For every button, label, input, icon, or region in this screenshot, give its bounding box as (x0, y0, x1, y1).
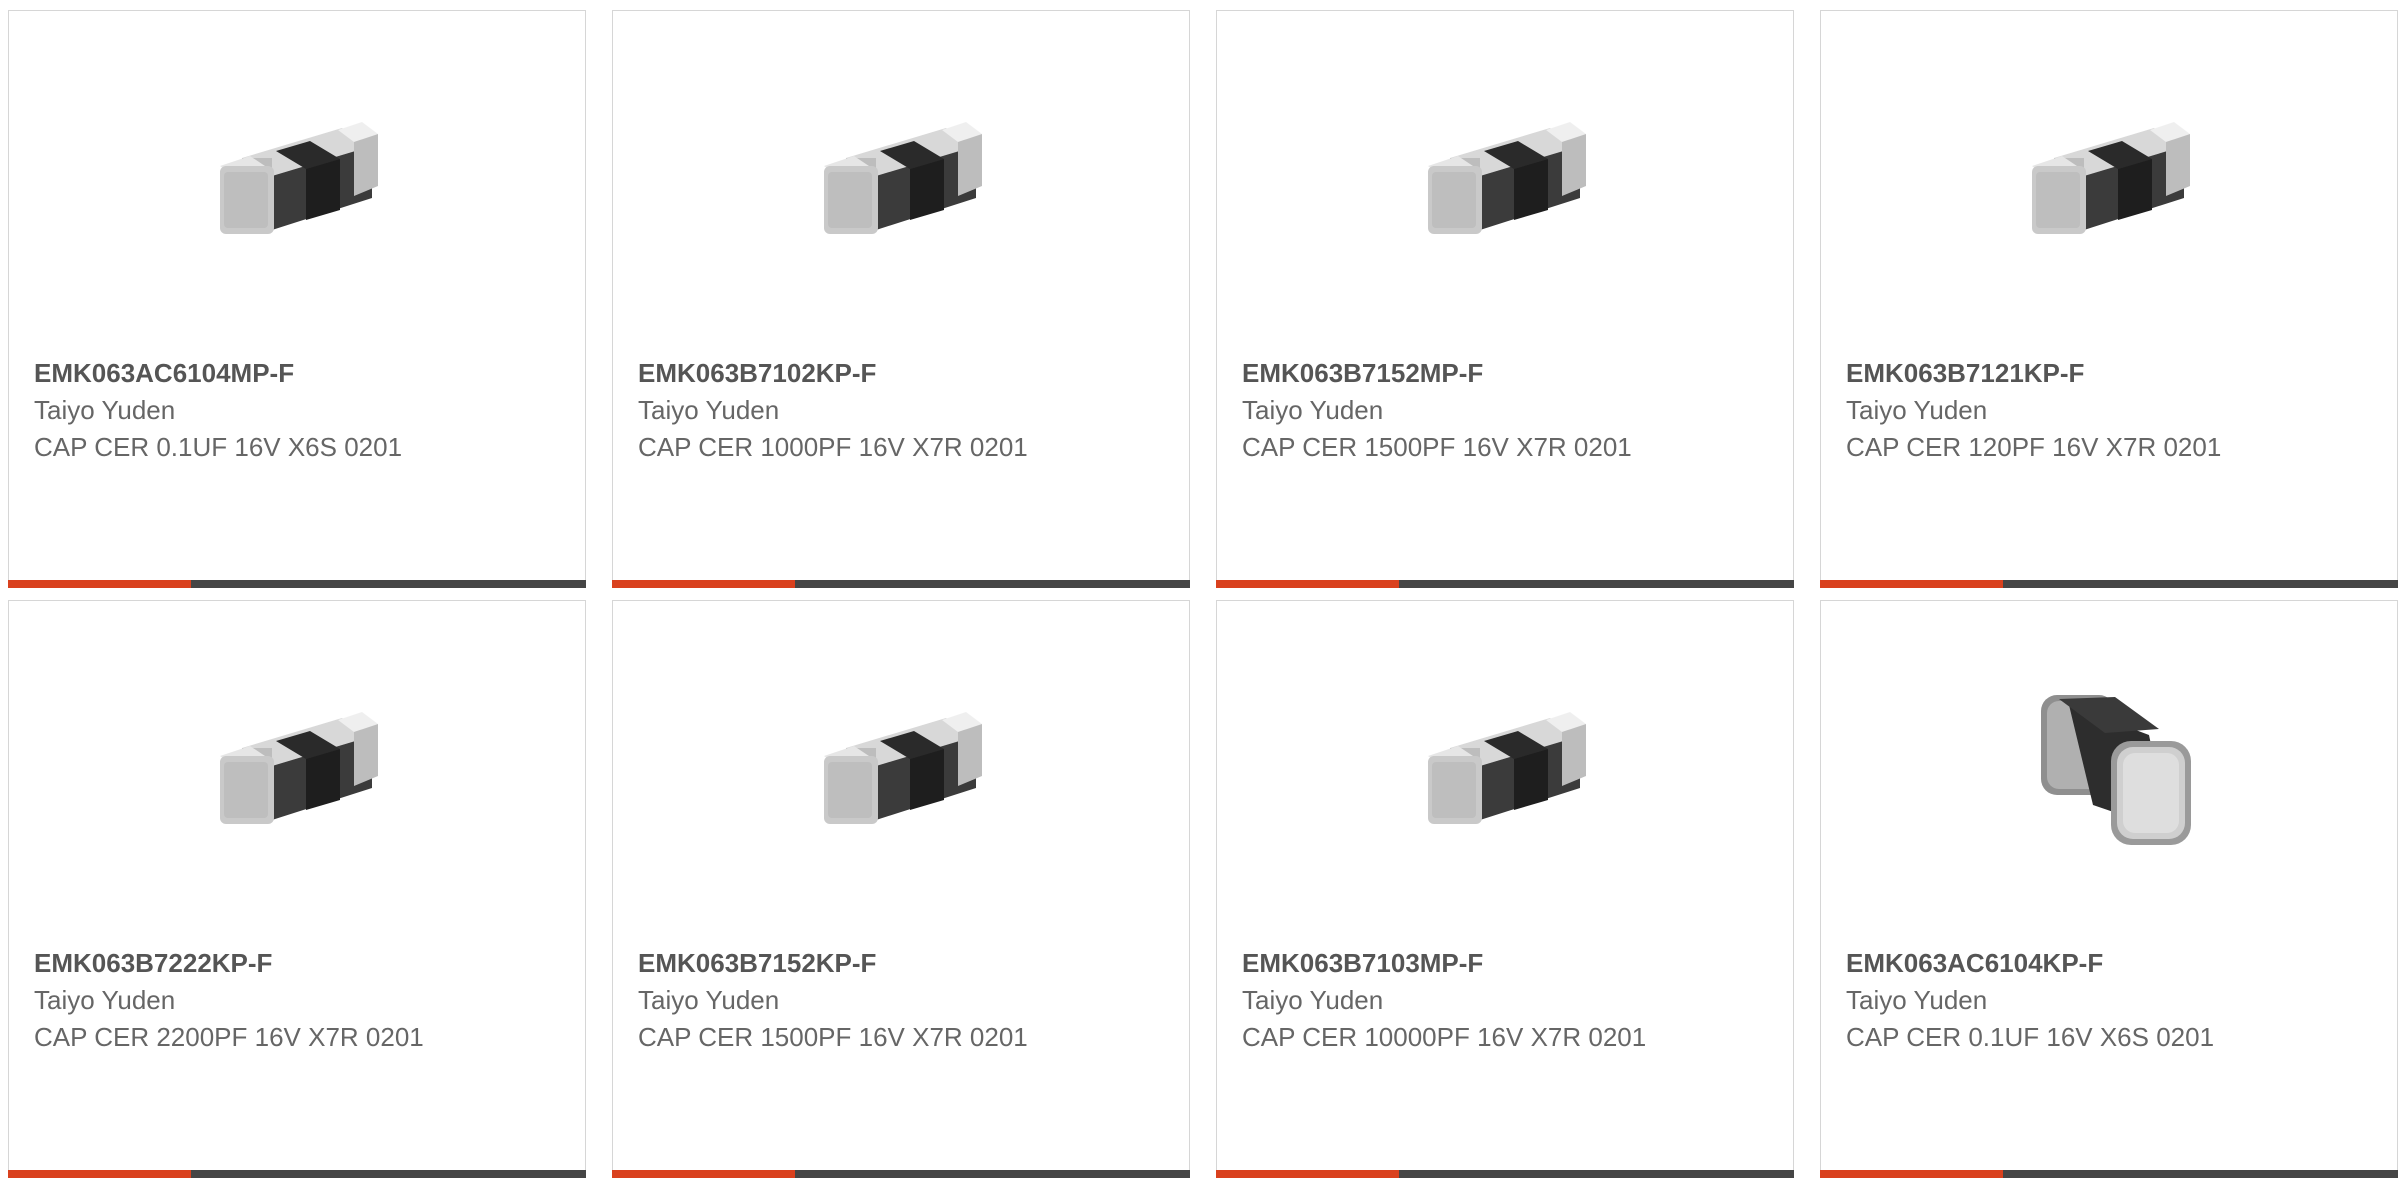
card-accent-bar (1820, 580, 2398, 588)
description-label: CAP CER 0.1UF 16V X6S 0201 (1846, 1022, 2215, 1052)
part-number-link[interactable]: EMK063B7103MP-F (1242, 945, 1768, 982)
part-number-link[interactable]: EMK063B7102KP-F (638, 355, 1164, 392)
manufacturer-label: Taiyo Yuden (1242, 985, 1384, 1015)
chip-capacitor-icon (195, 79, 399, 283)
chip-capacitor-icon (799, 79, 1003, 283)
description-label: CAP CER 2200PF 16V X7R 0201 (34, 1022, 424, 1052)
manufacturer-label: Taiyo Yuden (34, 985, 176, 1015)
card-accent-bar (1216, 1170, 1794, 1178)
card-accent-bar (8, 1170, 586, 1178)
product-info: EMK063AC6104KP-F Taiyo Yuden CAP CER 0.1… (1846, 945, 2372, 1056)
product-grid: EMK063AC6104MP-F Taiyo Yuden CAP CER 0.1… (8, 10, 2398, 1178)
part-number-link[interactable]: EMK063B7121KP-F (1846, 355, 2372, 392)
product-card[interactable]: EMK063AC6104MP-F Taiyo Yuden CAP CER 0.1… (8, 10, 586, 588)
description-label: CAP CER 1500PF 16V X7R 0201 (638, 1022, 1028, 1052)
manufacturer-label: Taiyo Yuden (1846, 985, 1988, 1015)
product-info: EMK063B7222KP-F Taiyo Yuden CAP CER 2200… (34, 945, 560, 1056)
manufacturer-label: Taiyo Yuden (1242, 395, 1384, 425)
part-number-link[interactable]: EMK063B7152KP-F (638, 945, 1164, 982)
card-accent-segment (612, 580, 795, 588)
product-info: EMK063AC6104MP-F Taiyo Yuden CAP CER 0.1… (34, 355, 560, 466)
chip-capacitor-icon (1403, 79, 1607, 283)
card-accent-segment (8, 1170, 191, 1178)
chip-capacitor-icon (2007, 79, 2211, 283)
product-card[interactable]: EMK063B7222KP-F Taiyo Yuden CAP CER 2200… (8, 600, 586, 1178)
product-card[interactable]: EMK063B7152KP-F Taiyo Yuden CAP CER 1500… (612, 600, 1190, 1178)
manufacturer-label: Taiyo Yuden (1846, 395, 1988, 425)
product-card[interactable]: EMK063B7103MP-F Taiyo Yuden CAP CER 1000… (1216, 600, 1794, 1178)
product-card[interactable]: EMK063AC6104KP-F Taiyo Yuden CAP CER 0.1… (1820, 600, 2398, 1178)
chip-capacitor-icon (1403, 669, 1607, 873)
chip-capacitor-rounded-icon (2007, 669, 2211, 873)
description-label: CAP CER 120PF 16V X7R 0201 (1846, 432, 2222, 462)
product-card[interactable]: EMK063B7102KP-F Taiyo Yuden CAP CER 1000… (612, 10, 1190, 588)
card-accent-segment (1820, 1170, 2003, 1178)
card-accent-segment (8, 580, 191, 588)
card-accent-segment (1216, 1170, 1399, 1178)
product-card[interactable]: EMK063B7121KP-F Taiyo Yuden CAP CER 120P… (1820, 10, 2398, 588)
card-accent-bar (612, 1170, 1190, 1178)
card-accent-segment (612, 1170, 795, 1178)
card-accent-bar (612, 580, 1190, 588)
manufacturer-label: Taiyo Yuden (638, 395, 780, 425)
card-accent-bar (1216, 580, 1794, 588)
part-number-link[interactable]: EMK063B7222KP-F (34, 945, 560, 982)
product-info: EMK063B7121KP-F Taiyo Yuden CAP CER 120P… (1846, 355, 2372, 466)
product-card[interactable]: EMK063B7152MP-F Taiyo Yuden CAP CER 1500… (1216, 10, 1794, 588)
manufacturer-label: Taiyo Yuden (638, 985, 780, 1015)
product-info: EMK063B7152MP-F Taiyo Yuden CAP CER 1500… (1242, 355, 1768, 466)
product-info: EMK063B7102KP-F Taiyo Yuden CAP CER 1000… (638, 355, 1164, 466)
chip-capacitor-icon (799, 669, 1003, 873)
manufacturer-label: Taiyo Yuden (34, 395, 176, 425)
card-accent-bar (8, 580, 586, 588)
description-label: CAP CER 1500PF 16V X7R 0201 (1242, 432, 1632, 462)
part-number-link[interactable]: EMK063AC6104KP-F (1846, 945, 2372, 982)
part-number-link[interactable]: EMK063B7152MP-F (1242, 355, 1768, 392)
chip-capacitor-icon (195, 669, 399, 873)
description-label: CAP CER 10000PF 16V X7R 0201 (1242, 1022, 1647, 1052)
part-number-link[interactable]: EMK063AC6104MP-F (34, 355, 560, 392)
card-accent-segment (1216, 580, 1399, 588)
description-label: CAP CER 1000PF 16V X7R 0201 (638, 432, 1028, 462)
product-info: EMK063B7152KP-F Taiyo Yuden CAP CER 1500… (638, 945, 1164, 1056)
card-accent-bar (1820, 1170, 2398, 1178)
product-info: EMK063B7103MP-F Taiyo Yuden CAP CER 1000… (1242, 945, 1768, 1056)
description-label: CAP CER 0.1UF 16V X6S 0201 (34, 432, 403, 462)
card-accent-segment (1820, 580, 2003, 588)
